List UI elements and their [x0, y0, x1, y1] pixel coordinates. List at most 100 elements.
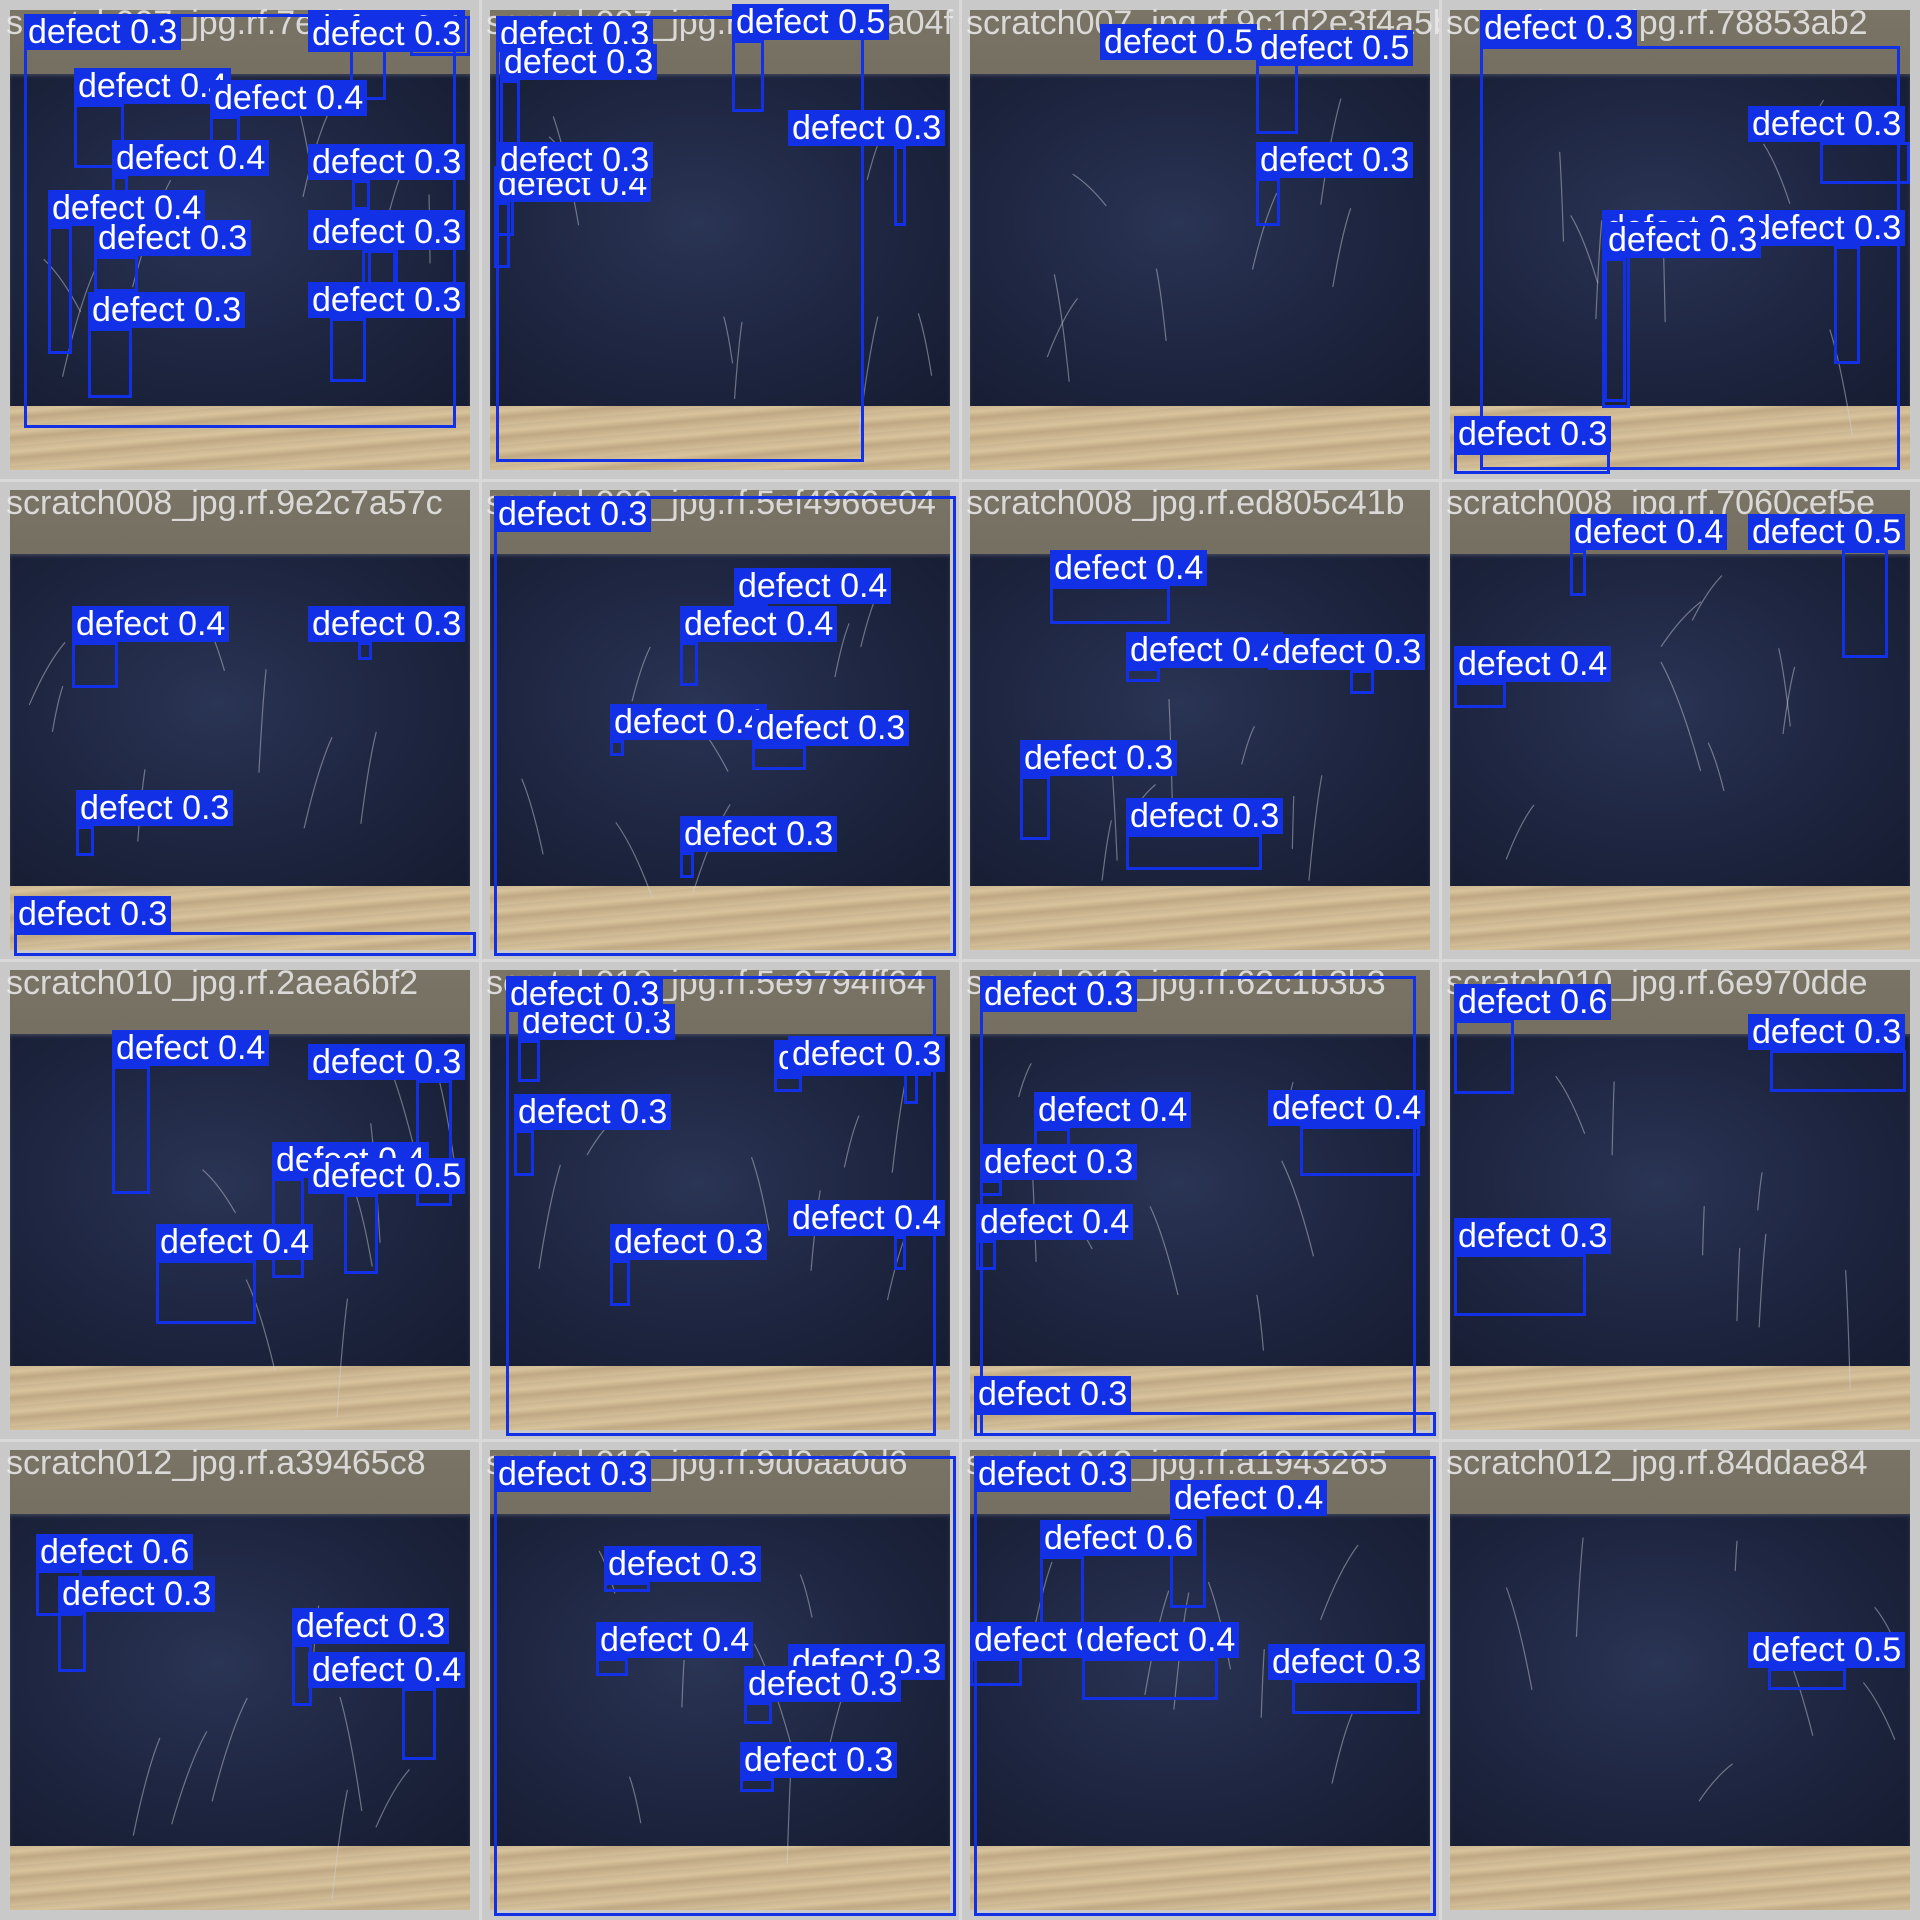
defect-label: defect 0.3 [500, 44, 658, 80]
defect-bounding-box [1454, 682, 1506, 708]
scratch-line [51, 685, 64, 732]
defect-bounding-box [48, 226, 72, 354]
scratch-line [1691, 575, 1723, 621]
defect-bounding-box [610, 740, 624, 756]
defect-bounding-box [596, 1658, 628, 1676]
defect-label: defect 0.4 [610, 704, 768, 740]
defect-label: defect 0.3 [1748, 106, 1906, 142]
scratch-line [331, 1789, 349, 1901]
scratch-line [917, 313, 933, 376]
scratch-line [1757, 1172, 1763, 1211]
scratch-line [1660, 601, 1702, 647]
defect-bounding-box [344, 1194, 378, 1274]
image-filename: scratch012_jpg.rf.84ddae84 [1446, 1444, 1868, 1482]
defect-bounding-box [744, 1702, 772, 1724]
image-tile: scratch008_jpg.rf.5ef4966e04 defect 0.3 de… [480, 480, 960, 960]
defect-label: defect 0.3 [1748, 210, 1906, 246]
defect-bounding-box [1834, 246, 1860, 364]
scratch-line [1291, 795, 1295, 849]
tile-separator [0, 1439, 1920, 1442]
defect-label: defect 0.3 [1256, 142, 1414, 178]
defect-bounding-box [1350, 670, 1374, 694]
scratch-line [375, 1769, 410, 1828]
defect-label: defect 0.4 [1570, 514, 1728, 550]
defect-label: defect 0.4 [112, 1030, 270, 1066]
scratch-line [360, 731, 377, 824]
scratch-line [1611, 1081, 1615, 1156]
defect-label: defect 0.4 [788, 1200, 946, 1236]
image-tile: scratch010_jpg.rf.62c1b3b3 defect 0.4 defe… [960, 960, 1440, 1440]
defect-label: defect 0.4 [210, 80, 368, 116]
defect-label: defect 0.3 [680, 816, 838, 852]
defect-label: defect 0.3 [58, 1576, 216, 1612]
defect-bounding-box [496, 16, 864, 462]
defect-label: defect 0.3 [1748, 1014, 1906, 1050]
sample-photo [970, 10, 1430, 470]
defect-label: defect 0.3 [76, 790, 234, 826]
scratch-line [1734, 1540, 1738, 1572]
scratch-line [211, 1697, 248, 1802]
defect-label: defect 0.3 [980, 976, 1138, 1012]
scratch-line [1698, 1763, 1733, 1802]
defect-bounding-box [1604, 258, 1626, 402]
defect-bounding-box [604, 1582, 650, 1592]
defect-label: defect 0.5 [1100, 24, 1258, 60]
image-tile: scratch008_jpg.rf.9e2c7a57c defect 0.4 def… [0, 480, 480, 960]
defect-label: defect 0.4 [1050, 550, 1208, 586]
image-tile: scratch012_jpg.rf.a39465c8defect 0.6 defe… [0, 1440, 480, 1920]
defect-bounding-box [76, 826, 94, 856]
defect-label: defect 0.3 [308, 606, 466, 642]
scratch-line [1072, 173, 1107, 207]
tile-separator [1439, 0, 1442, 1920]
defect-label: defect 0.3 [610, 1224, 768, 1260]
defect-label: defect 0.4 [734, 568, 892, 604]
defect-label: defect 0.3 [308, 1044, 466, 1080]
defect-label: defect 0.3 [752, 710, 910, 746]
defect-label: defect 0.3 [14, 896, 172, 932]
defect-label: defect 0.3 [1126, 798, 1284, 834]
defect-bounding-box [752, 746, 806, 770]
defect-bounding-box [1020, 776, 1050, 840]
defect-label: defect 0.4 [1170, 1480, 1328, 1516]
defect-bounding-box [352, 180, 370, 210]
scratch-line [1660, 661, 1702, 772]
defect-label: defect 0.5 [732, 4, 890, 40]
defect-label: defect 0.3 [1480, 10, 1638, 46]
scratch-line [1101, 820, 1112, 881]
defect-bounding-box [970, 1658, 1022, 1686]
image-filename: scratch012_jpg.rf.a39465c8 [6, 1444, 426, 1482]
scratch-line [336, 1298, 349, 1418]
defect-label: defect 0.3 [308, 16, 466, 52]
defect-bounding-box [58, 1612, 86, 1672]
scratch-line [1505, 804, 1535, 860]
defect-label: defect 0.3 [974, 1456, 1132, 1492]
defect-bounding-box [1126, 834, 1262, 870]
defect-bounding-box [1050, 586, 1170, 624]
scratch-line [303, 736, 333, 829]
defect-bounding-box [894, 146, 906, 226]
defect-bounding-box [1770, 1050, 1906, 1092]
scratch-line [1308, 775, 1323, 881]
defect-label: defect 0.3 [88, 292, 246, 328]
defect-label: defect 0.3 [788, 110, 946, 146]
scratch-line [1332, 208, 1352, 288]
defect-label: defect 0.3 [788, 1036, 946, 1072]
defect-bounding-box [402, 1688, 436, 1760]
defect-label: defect 0.3 [1268, 1644, 1426, 1680]
scratch-line [339, 1696, 363, 1812]
scratch-line [1778, 648, 1791, 727]
defect-label: defect 0.3 [514, 1094, 672, 1130]
scratch-line [1155, 268, 1167, 342]
defect-bounding-box [1082, 1658, 1218, 1700]
image-tile: scratch010_jpg.rf.6e970dde defect 0.6 defe… [1440, 960, 1920, 1440]
defect-label: defect 0.3 [308, 282, 466, 318]
defect-label: defect 0.3 [744, 1666, 902, 1702]
scratch-line [1053, 274, 1070, 382]
defect-bounding-box [1126, 668, 1160, 682]
defect-label: defect 0.6 [36, 1534, 194, 1570]
defect-label: defect 0.3 [494, 496, 652, 532]
defect-label: defect 0.4 [1034, 1092, 1192, 1128]
sample-photo [10, 490, 470, 950]
defect-bounding-box [500, 80, 520, 150]
defect-bounding-box [732, 40, 764, 112]
